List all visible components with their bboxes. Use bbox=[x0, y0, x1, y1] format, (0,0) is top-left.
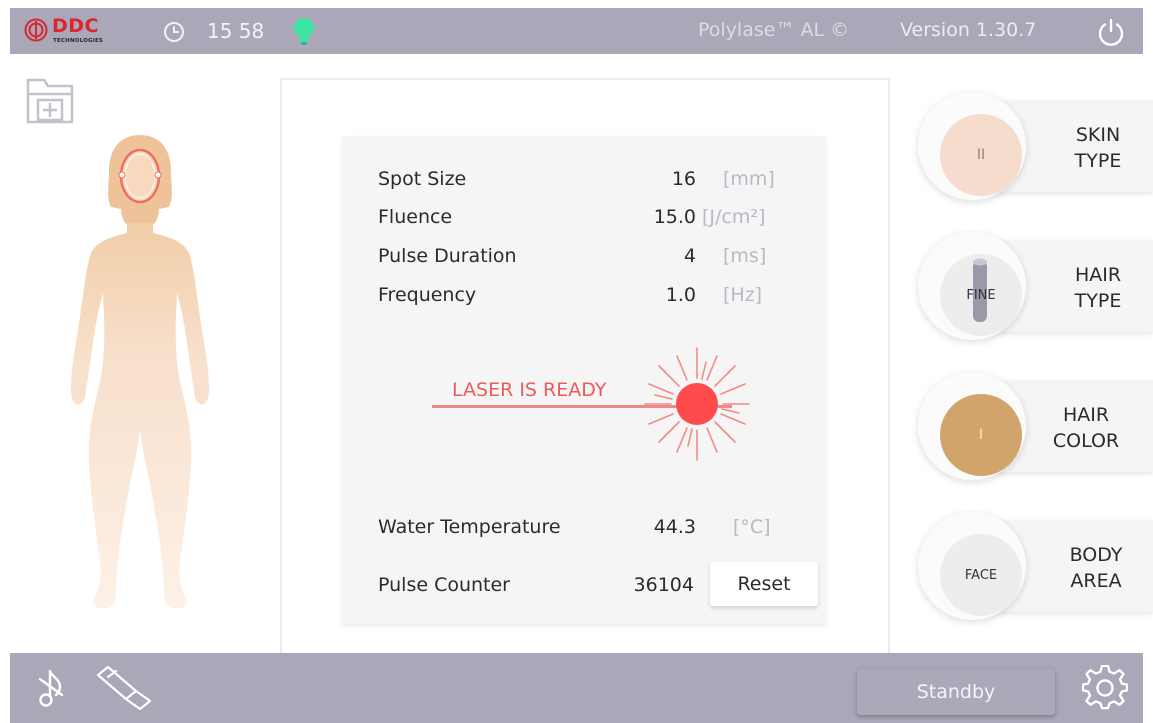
hair-type-title-line1: HAIR bbox=[1074, 264, 1122, 286]
hair-color-title-line2: COLOR bbox=[1052, 430, 1120, 452]
brand-subtitle: TECHNOLOGIES bbox=[53, 38, 104, 44]
body-area-title-line1: BODY bbox=[1069, 544, 1123, 566]
param-row-fluence: Fluence 15.0 [J/cm²] bbox=[378, 206, 818, 234]
brand-name: DDC bbox=[52, 15, 99, 37]
handpiece-icon[interactable] bbox=[96, 665, 154, 711]
pulse-counter-label: Pulse Counter bbox=[378, 574, 510, 596]
param-unit: [J/cm²] bbox=[702, 206, 766, 228]
body-area-value: FACE bbox=[940, 534, 1022, 616]
water-temperature-row: Water Temperature 44.3 [°C] bbox=[378, 516, 818, 544]
power-icon[interactable] bbox=[1096, 17, 1126, 47]
standby-button[interactable]: Standby bbox=[857, 669, 1055, 715]
ddc-logo-icon bbox=[24, 18, 48, 42]
param-unit: [ms] bbox=[723, 245, 767, 267]
hair-color-title-line1: HAIR bbox=[1062, 404, 1110, 426]
parameters-card: Spot Size 16 [mm] Fluence 15.0 [J/cm²] P… bbox=[342, 136, 826, 624]
param-row-spot-size: Spot Size 16 [mm] bbox=[378, 168, 818, 196]
water-temperature-unit: [°C] bbox=[733, 516, 771, 538]
param-row-pulse-duration: Pulse Duration 4 [ms] bbox=[378, 245, 818, 273]
clock-time: 15 58 bbox=[207, 19, 265, 43]
bottom-bar: Standby bbox=[10, 653, 1143, 723]
pulse-counter-value: 36104 bbox=[633, 574, 694, 596]
param-label: Frequency bbox=[378, 284, 477, 306]
param-label: Pulse Duration bbox=[378, 245, 517, 267]
laser-status: LASER IS READY bbox=[432, 344, 752, 464]
reset-button[interactable]: Reset bbox=[710, 562, 818, 606]
param-value: 1.0 bbox=[665, 284, 696, 306]
param-label: Fluence bbox=[378, 206, 453, 228]
hair-type-selector[interactable]: FINE HAIR TYPE bbox=[918, 232, 1153, 340]
hair-type-title: HAIR TYPE bbox=[1058, 262, 1138, 314]
ddc-logo: DDC TECHNOLOGIES bbox=[24, 14, 134, 48]
hair-type-value: FINE bbox=[966, 287, 996, 303]
water-temperature-label: Water Temperature bbox=[378, 516, 561, 538]
hair-type-title-line2: TYPE bbox=[1074, 290, 1122, 312]
param-value: 4 bbox=[683, 245, 696, 267]
audio-icon[interactable] bbox=[38, 667, 66, 709]
laser-status-text: LASER IS READY bbox=[452, 379, 607, 401]
product-name: Polylase™ AL © bbox=[698, 19, 850, 41]
top-bar: DDC TECHNOLOGIES 15 58 Polylase™ AL © Ve… bbox=[10, 8, 1143, 54]
gear-icon[interactable] bbox=[1082, 665, 1128, 711]
skin-type-title: SKIN TYPE bbox=[1058, 122, 1138, 174]
body-figure[interactable] bbox=[55, 131, 225, 621]
param-label: Spot Size bbox=[378, 168, 467, 190]
skin-type-title-line1: SKIN bbox=[1075, 124, 1121, 146]
face-area-highlight bbox=[119, 148, 161, 204]
hair-color-title: HAIR COLOR bbox=[1046, 402, 1126, 454]
param-value: 15.0 bbox=[653, 206, 696, 228]
hair-color-value: I bbox=[940, 394, 1022, 476]
laser-burst-icon bbox=[644, 347, 750, 461]
status-light-icon bbox=[294, 18, 314, 45]
param-value: 16 bbox=[671, 168, 696, 190]
skin-type-value: II bbox=[940, 114, 1022, 196]
hair-color-selector[interactable]: I HAIR COLOR bbox=[918, 372, 1153, 480]
version-label: Version 1.30.7 bbox=[900, 19, 1037, 41]
skin-type-selector[interactable]: II SKIN TYPE bbox=[918, 92, 1153, 200]
param-row-frequency: Frequency 1.0 [Hz] bbox=[378, 284, 818, 312]
body-area-selector[interactable]: FACE BODY AREA bbox=[918, 512, 1153, 620]
water-temperature-value: 44.3 bbox=[653, 516, 696, 538]
hair-type-circle: FINE bbox=[940, 254, 1022, 336]
body-area-title-line2: AREA bbox=[1070, 570, 1122, 592]
new-file-icon[interactable] bbox=[26, 76, 74, 124]
skin-type-title-line2: TYPE bbox=[1074, 150, 1122, 172]
param-unit: [Hz] bbox=[723, 284, 763, 306]
clock-icon bbox=[164, 22, 184, 42]
param-unit: [mm] bbox=[723, 168, 775, 190]
body-area-title: BODY AREA bbox=[1056, 542, 1136, 594]
